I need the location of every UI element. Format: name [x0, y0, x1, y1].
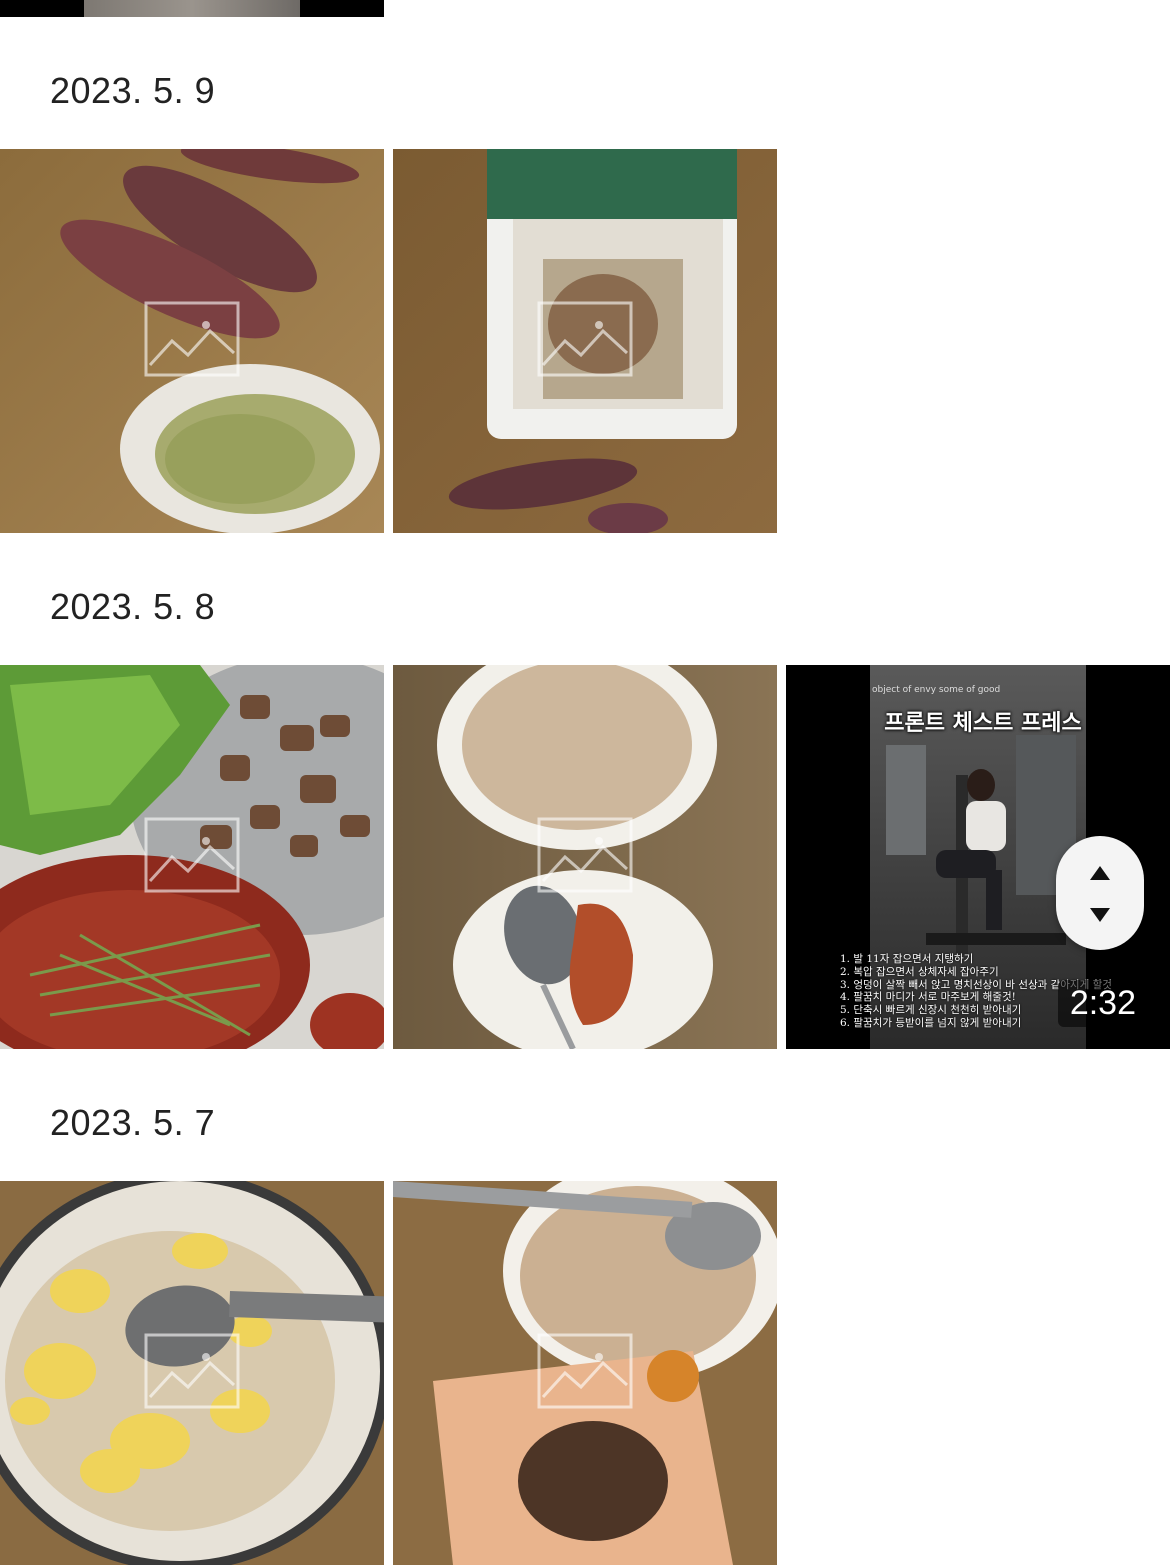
video-title: 프론트 체스트 프레스 [884, 711, 1082, 736]
image-placeholder-icon [537, 817, 633, 893]
scroll-control[interactable] [1056, 836, 1144, 950]
photo-gallery: 2023. 5. 9 2023. 5. 8 object of envy som… [0, 0, 1170, 1568]
caption-line: 1. 발 11자 잡으면서 지탱하기 [840, 953, 974, 965]
image-placeholder-icon [537, 301, 633, 377]
video-header-text: object of envy some of good [872, 685, 1001, 695]
chevron-down-icon[interactable] [1090, 908, 1110, 922]
video-duration-badge: 2:32 [1057, 980, 1148, 1027]
image-placeholder-icon [537, 1333, 633, 1409]
photo-thumbnail-salad-package[interactable] [393, 149, 777, 533]
photo-thumbnail-rice-chicken[interactable] [393, 665, 777, 1049]
previous-photo-edge[interactable] [0, 0, 384, 17]
date-header: 2023. 5. 8 [50, 586, 216, 627]
chevron-up-icon[interactable] [1090, 866, 1110, 880]
photo-thumbnail-sweet-potatoes[interactable] [0, 149, 384, 533]
photo-thumbnail-rice-package[interactable] [393, 1181, 777, 1565]
photo-thumbnail-lettuce-pork[interactable] [0, 665, 384, 1049]
date-header: 2023. 5. 7 [50, 1102, 216, 1143]
date-header: 2023. 5. 9 [50, 70, 216, 111]
caption-line: 2. 복압 잡으면서 상체자세 잡아주기 [840, 965, 999, 978]
image-placeholder-icon [144, 817, 240, 893]
photo-thumbnail-egg-rice[interactable] [0, 1181, 384, 1565]
image-placeholder-icon [144, 301, 240, 377]
image-placeholder-icon [144, 1333, 240, 1409]
